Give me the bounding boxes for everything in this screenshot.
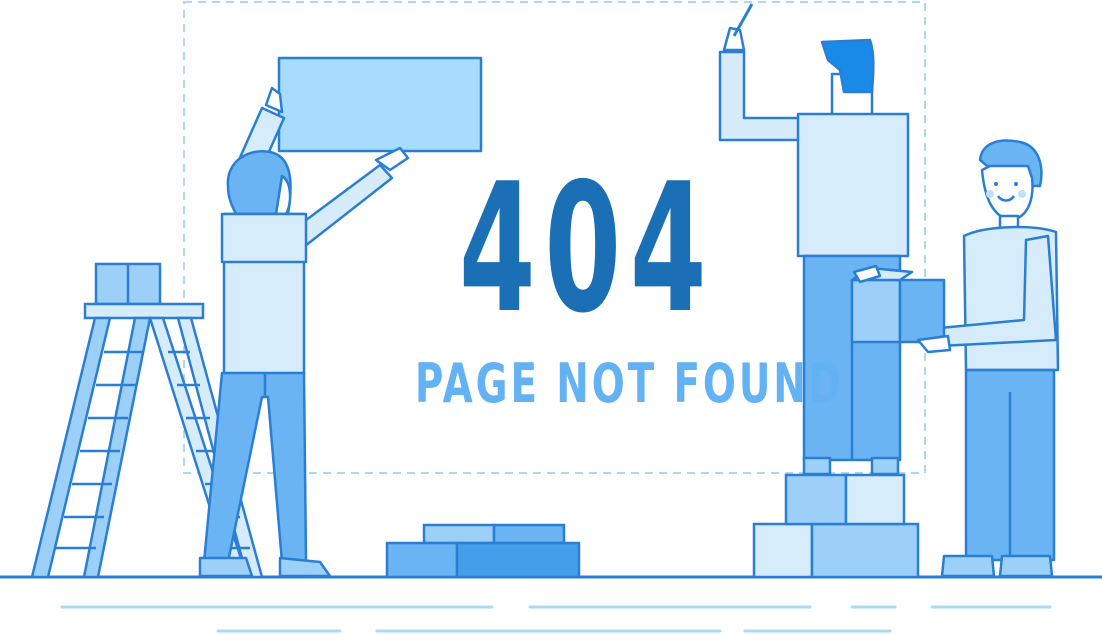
worker-holding-panel bbox=[198, 56, 483, 578]
error-message: PAGE NOT FOUND bbox=[414, 352, 844, 415]
carried-box bbox=[850, 278, 902, 344]
pencil-icon bbox=[732, 3, 754, 37]
wall-panel bbox=[277, 56, 483, 153]
box-stack bbox=[752, 473, 920, 579]
ground bbox=[0, 575, 1102, 633]
brick-stack bbox=[385, 523, 581, 579]
error-code: 404 bbox=[458, 145, 716, 352]
